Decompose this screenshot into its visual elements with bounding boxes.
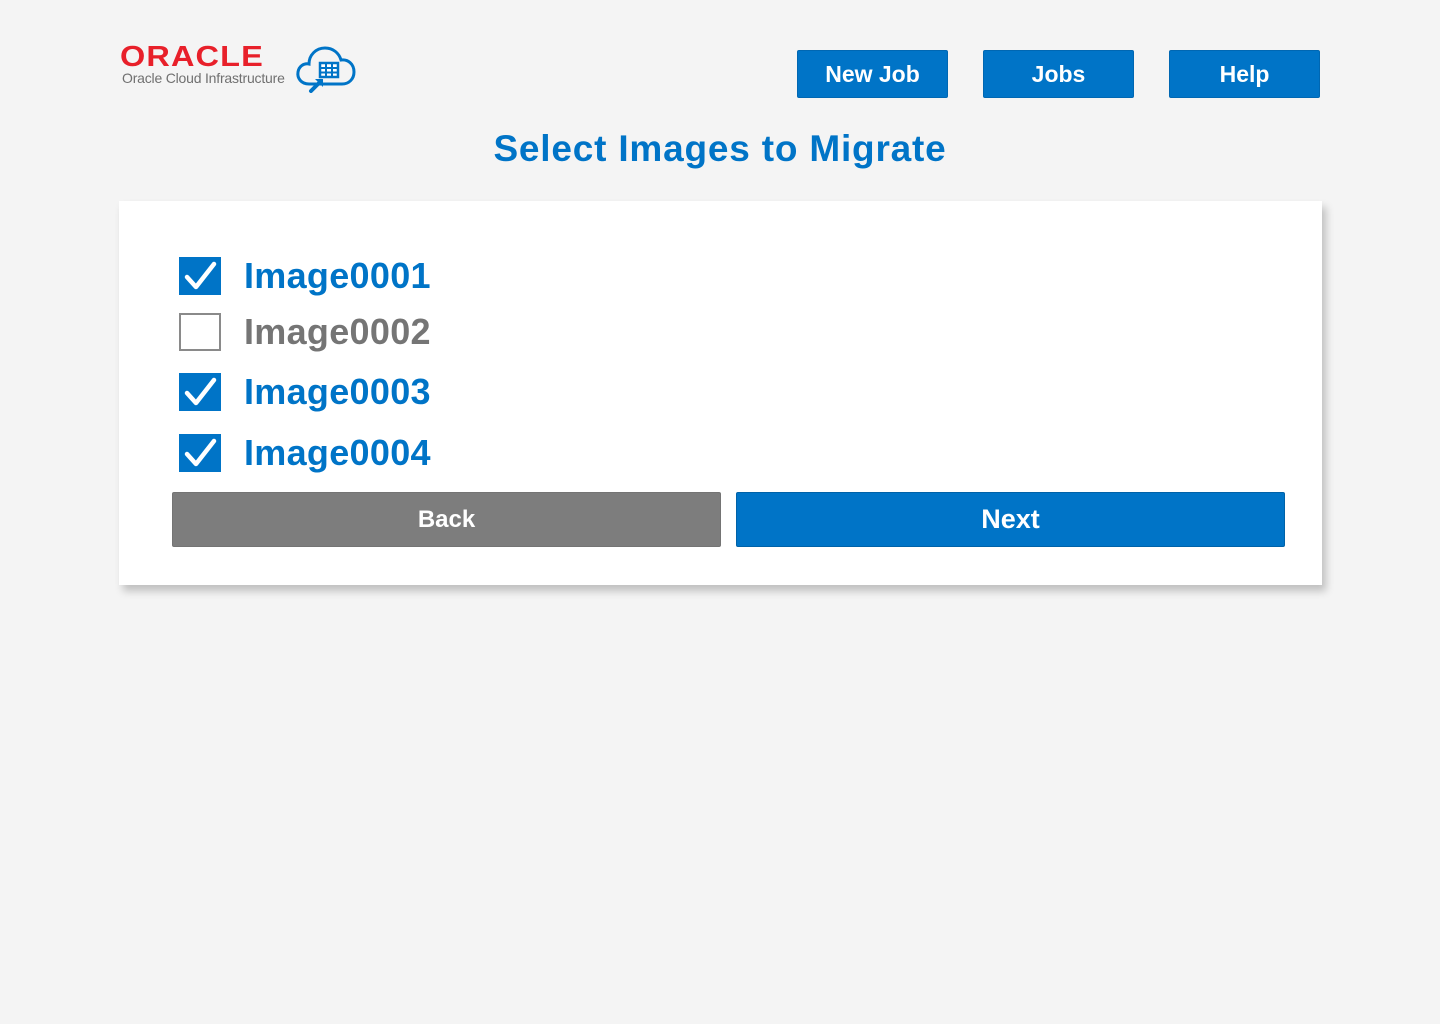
image-row-image0002[interactable]: Image0002 [179,312,431,352]
image0001-label[interactable]: Image0001 [244,256,431,296]
oracle-logo: ORACLE Oracle Cloud Infrastructure [120,42,360,94]
image-selection-card: Image0001 Image0002 Image0003 Image0004 … [119,201,1322,585]
image-row-image0003[interactable]: Image0003 [179,372,431,412]
image0003-label[interactable]: Image0003 [244,372,431,412]
logo-wordmark: ORACLE [120,41,264,73]
logo-subtitle: Oracle Cloud Infrastructure [122,70,285,86]
image0004-checkbox[interactable] [179,434,221,472]
image-row-image0004[interactable]: Image0004 [179,433,431,473]
jobs-button[interactable]: Jobs [983,50,1134,98]
image0002-label[interactable]: Image0002 [244,312,431,352]
cloud-migrate-icon [296,46,356,93]
page: ORACLE Oracle Cloud Infrastructure New J… [0,0,1440,1024]
image0004-label[interactable]: Image0004 [244,433,431,473]
new-job-button[interactable]: New Job [797,50,948,98]
next-button[interactable]: Next [736,492,1285,547]
page-title: Select Images to Migrate [493,128,947,169]
image0001-checkbox[interactable] [179,257,221,295]
checkmark-icon [184,438,217,467]
image0002-checkbox[interactable] [179,313,221,351]
help-button[interactable]: Help [1169,50,1320,98]
checkmark-icon [184,377,217,406]
back-button[interactable]: Back [172,492,721,547]
image-row-image0001[interactable]: Image0001 [179,256,431,296]
checkmark-icon [184,261,217,290]
image0003-checkbox[interactable] [179,373,221,411]
